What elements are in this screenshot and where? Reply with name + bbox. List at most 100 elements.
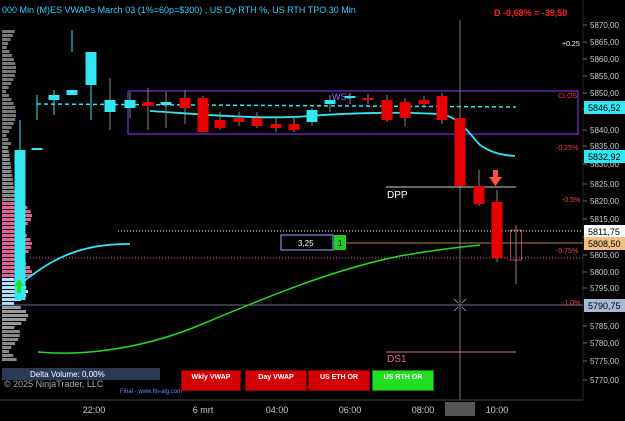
candle-body — [31, 148, 43, 150]
price-tick-label: 5860,00 — [590, 55, 619, 64]
candle-body — [251, 118, 263, 126]
copyright-text: © 2025 NinjaTrader, LLC — [4, 379, 104, 389]
volume-bar — [2, 30, 15, 33]
volume-bar — [2, 186, 14, 189]
dpp-label: DPP — [387, 190, 408, 201]
price-tick-label: 5775,00 — [590, 357, 619, 366]
us-rth-or-button[interactable]: US RTH OR — [372, 370, 434, 391]
volume-bar — [2, 326, 15, 329]
candle-body — [344, 96, 356, 98]
volume-bar — [2, 118, 16, 121]
volume-bar — [2, 198, 16, 201]
candle-body — [362, 98, 374, 100]
volume-bar — [2, 126, 12, 129]
pct-minus025: -0.25% — [556, 145, 578, 152]
volume-bar — [2, 54, 12, 57]
price-tag-orange: 5808,50 — [584, 237, 625, 250]
volume-bar — [2, 34, 13, 37]
volume-bar — [2, 318, 27, 321]
volume-bar — [2, 314, 28, 317]
pct-minus05: -0.5% — [562, 197, 580, 204]
price-tick-label: 5770,00 — [590, 376, 619, 385]
volume-bar — [2, 58, 14, 61]
day-vwap-button[interactable]: Day VWAP — [245, 370, 307, 391]
volume-bar — [2, 82, 12, 85]
price-tag-gray: 5790,75 — [584, 299, 625, 312]
candle-body — [179, 98, 191, 108]
change-text: D -0,68% = -39,50 — [494, 8, 567, 18]
volume-bar — [2, 94, 9, 97]
wkly-vwap-button[interactable]: Wkly VWAP — [181, 370, 241, 391]
volume-bar — [2, 158, 10, 161]
volume-bar — [2, 98, 12, 101]
candle-body — [454, 118, 466, 186]
volume-bar — [2, 38, 11, 41]
candle-body — [306, 110, 318, 122]
candle-body — [160, 102, 172, 105]
volume-bar — [2, 178, 13, 181]
price-tag-cyan: 5832,92 — [584, 150, 625, 163]
volume-bar — [2, 306, 21, 309]
pct-plus025: +0.25 — [562, 41, 580, 48]
price-tick-label: 5800,00 — [590, 268, 619, 277]
time-tick-label: 6 mrt — [193, 405, 214, 415]
volume-bar — [2, 322, 22, 325]
volume-bar — [2, 46, 7, 49]
value-box-text: 3,25 — [298, 239, 314, 248]
volume-bar — [2, 182, 14, 185]
volume-bar — [2, 342, 16, 345]
candle-body — [197, 98, 209, 132]
volume-bar — [2, 330, 20, 333]
candle-body — [14, 150, 26, 300]
price-tick-label: 5820,00 — [590, 197, 619, 206]
volume-bar — [2, 350, 9, 353]
price-tick-label: 5855,00 — [590, 72, 619, 81]
volume-bar — [2, 86, 9, 89]
candle-body — [85, 52, 97, 85]
volume-bar — [2, 154, 10, 157]
delta-volume-text: Delta Volume: 0,00% — [30, 370, 105, 379]
volume-bar — [2, 162, 11, 165]
candle-body — [104, 100, 116, 112]
count-box-text: 1 — [338, 239, 343, 248]
volume-bar — [2, 194, 16, 197]
price-tag-vwap: 5846,52 — [584, 101, 625, 114]
time-tag-0900 — [445, 402, 475, 416]
ds1-label: DS1 — [387, 354, 407, 365]
chart-title: 000 Min (M)ES VWAPs March 03 (1%=60p=$30… — [2, 5, 356, 15]
price-tick-label: 5795,00 — [590, 284, 619, 293]
volume-bar — [2, 338, 19, 341]
volume-bar — [2, 310, 26, 313]
volume-bar — [2, 166, 12, 169]
volume-bar — [2, 134, 7, 137]
volume-bar — [2, 354, 14, 357]
price-tag-white: 5811,75 — [584, 225, 625, 238]
chart-canvas[interactable]: WS4 CLOS DPP DS1 +0.25 -0.25% -0.5% -0.7… — [0, 0, 625, 421]
price-tick-label: 5835,00 — [590, 142, 619, 151]
price-tick-label: 5870,00 — [590, 21, 619, 30]
volume-bar — [2, 130, 10, 133]
volume-bar — [2, 174, 13, 177]
volume-bar — [2, 346, 12, 349]
time-tick-label: 10:00 — [486, 405, 509, 415]
volume-bar — [2, 70, 16, 73]
price-tick-label: 5865,00 — [590, 38, 619, 47]
pct-minus10: -1.0% — [562, 300, 580, 307]
us-eth-or-button[interactable]: US ETH OR — [308, 370, 370, 391]
volume-bar — [2, 66, 16, 69]
clos-label: CLOS — [558, 93, 577, 100]
volume-bar — [2, 50, 10, 53]
volume-bar — [2, 138, 9, 141]
candle-body — [324, 100, 336, 104]
volume-bar — [2, 278, 15, 281]
volume-bar — [2, 146, 9, 149]
price-tick-label: 5825,00 — [590, 180, 619, 189]
final-text: Final - www.fin-alg.com — [120, 389, 182, 395]
candle-body — [142, 102, 154, 106]
time-tick-label: 06:00 — [339, 405, 362, 415]
price-tick-label: 5805,00 — [590, 251, 619, 260]
candle-body — [214, 120, 226, 128]
price-tick-label: 5815,00 — [590, 215, 619, 224]
candle-body — [399, 102, 411, 118]
volume-bar — [2, 110, 16, 113]
